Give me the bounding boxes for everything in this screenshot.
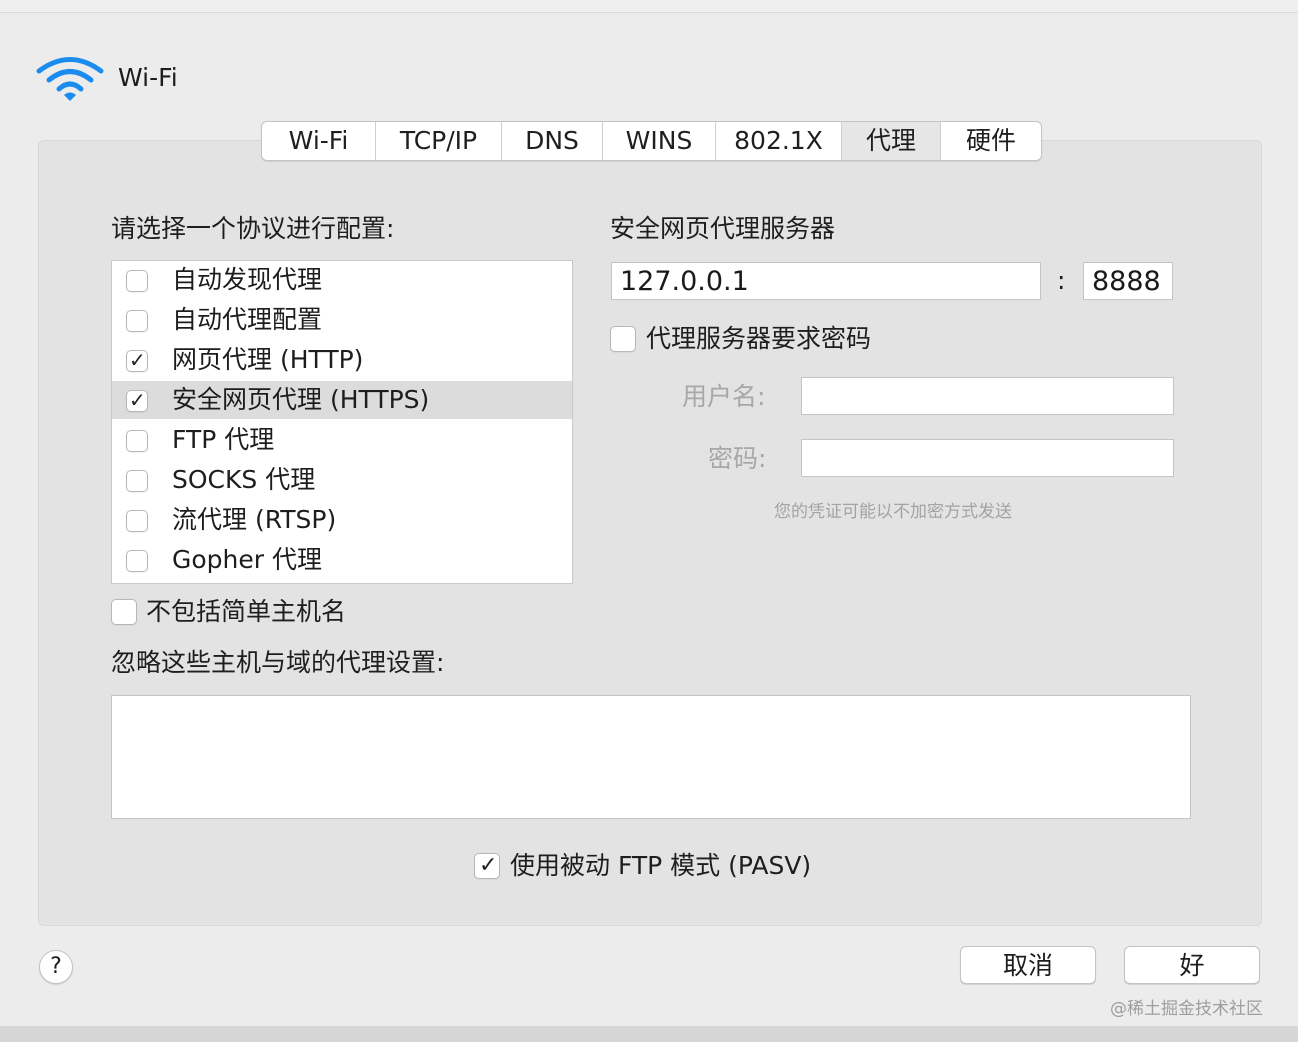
checkbox[interactable] bbox=[126, 550, 148, 572]
password-required-checkbox[interactable] bbox=[610, 326, 636, 352]
credentials-warning: 您的凭证可能以不加密方式发送 bbox=[774, 502, 1012, 522]
window-title: Wi-Fi bbox=[118, 63, 178, 92]
protocol-section-title: 请选择一个协议进行配置: bbox=[111, 214, 395, 243]
password-field[interactable] bbox=[801, 439, 1174, 477]
protocol-item-selected[interactable]: ✓ 安全网页代理 (HTTPS) bbox=[112, 381, 572, 419]
help-button[interactable]: ? bbox=[39, 950, 73, 984]
tab-wifi[interactable]: Wi-Fi bbox=[262, 122, 376, 160]
protocol-label: 流代理 (RTSP) bbox=[172, 505, 337, 534]
tab-dns[interactable]: DNS bbox=[502, 122, 603, 160]
checkbox[interactable] bbox=[126, 310, 148, 332]
window-bottom-edge bbox=[0, 1026, 1298, 1042]
checkbox[interactable] bbox=[126, 270, 148, 292]
password-required-label: 代理服务器要求密码 bbox=[646, 324, 872, 353]
cancel-button[interactable]: 取消 bbox=[960, 946, 1096, 984]
server-section-title: 安全网页代理服务器 bbox=[610, 214, 836, 243]
checkbox-checked[interactable]: ✓ bbox=[126, 388, 148, 412]
exclude-simple-hostnames-checkbox[interactable] bbox=[111, 599, 137, 625]
window-top-edge bbox=[0, 0, 1298, 13]
proxy-host-input[interactable] bbox=[611, 262, 1041, 300]
username-field[interactable] bbox=[801, 377, 1174, 415]
protocol-item[interactable]: FTP 代理 bbox=[112, 421, 572, 459]
protocol-label: 自动代理配置 bbox=[172, 305, 323, 334]
protocol-label: Gopher 代理 bbox=[172, 545, 322, 574]
watermark: @稀土掘金技术社区 bbox=[1110, 999, 1263, 1019]
protocol-item[interactable]: Gopher 代理 bbox=[112, 541, 572, 579]
protocol-label: SOCKS 代理 bbox=[172, 465, 316, 494]
protocol-label: 网页代理 (HTTP) bbox=[172, 345, 364, 374]
password-label: 密码: bbox=[708, 444, 767, 473]
tab-hardware[interactable]: 硬件 bbox=[941, 122, 1041, 160]
protocol-item[interactable]: 流代理 (RTSP) bbox=[112, 501, 572, 539]
pasv-checkbox[interactable]: ✓ bbox=[474, 853, 500, 879]
checkmark-icon: ✓ bbox=[479, 853, 498, 878]
bypass-hosts-textarea[interactable] bbox=[111, 695, 1191, 819]
ok-button[interactable]: 好 bbox=[1124, 946, 1260, 984]
exclude-simple-hostnames-label: 不包括简单主机名 bbox=[146, 597, 347, 626]
tab-8021x[interactable]: 802.1X bbox=[716, 122, 842, 160]
checkbox-checked[interactable]: ✓ bbox=[126, 348, 148, 372]
protocol-list[interactable]: 自动发现代理 自动代理配置 ✓ 网页代理 (HTTP) ✓ 安全网页代理 (HT… bbox=[111, 260, 573, 584]
protocol-label: 自动发现代理 bbox=[172, 265, 323, 294]
checkbox[interactable] bbox=[126, 470, 148, 492]
pasv-label: 使用被动 FTP 模式 (PASV) bbox=[510, 851, 812, 880]
checkmark-icon: ✓ bbox=[129, 348, 146, 372]
tab-tcpip[interactable]: TCP/IP bbox=[376, 122, 502, 160]
bypass-label: 忽略这些主机与域的代理设置: bbox=[111, 648, 445, 677]
checkbox[interactable] bbox=[126, 430, 148, 452]
proxy-port-input[interactable] bbox=[1083, 262, 1173, 300]
protocol-item[interactable]: 自动代理配置 bbox=[112, 301, 572, 339]
protocol-label: FTP 代理 bbox=[172, 425, 275, 454]
protocol-item[interactable]: SOCKS 代理 bbox=[112, 461, 572, 499]
wifi-icon bbox=[36, 57, 104, 101]
checkbox[interactable] bbox=[126, 510, 148, 532]
tab-bar: Wi-Fi TCP/IP DNS WINS 802.1X 代理 硬件 bbox=[261, 121, 1042, 161]
tab-proxies[interactable]: 代理 bbox=[842, 122, 941, 160]
checkmark-icon: ✓ bbox=[129, 388, 146, 412]
protocol-item[interactable]: ✓ 网页代理 (HTTP) bbox=[112, 341, 572, 379]
host-port-separator: : bbox=[1057, 266, 1066, 295]
protocol-item[interactable]: 自动发现代理 bbox=[112, 261, 572, 299]
username-label: 用户名: bbox=[682, 382, 766, 411]
tab-wins[interactable]: WINS bbox=[603, 122, 716, 160]
protocol-label: 安全网页代理 (HTTPS) bbox=[172, 385, 430, 414]
